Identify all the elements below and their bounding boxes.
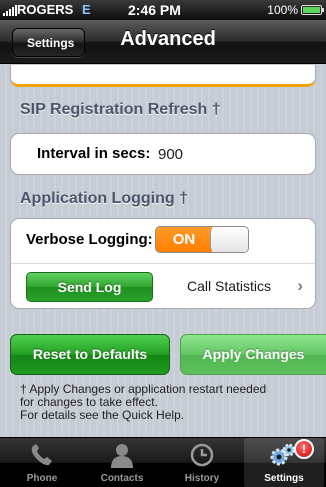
battery-icon: [301, 5, 324, 15]
signal-strength-icon: [3, 5, 17, 16]
sip-section-header: SIP Registration Refresh †: [20, 101, 221, 118]
logging-section-header: Application Logging †: [20, 190, 188, 207]
tab-label: Settings: [264, 473, 304, 484]
navigation-bar: Settings Advanced: [0, 20, 326, 64]
alert-badge: !: [294, 439, 314, 459]
apply-changes-button[interactable]: Apply Changes: [180, 334, 326, 375]
tab-history[interactable]: History: [162, 438, 242, 487]
contacts-icon: [82, 442, 162, 468]
carrier-name: ROGERS: [17, 2, 74, 17]
tab-label: Phone: [26, 473, 58, 484]
phone-icon: [2, 442, 82, 468]
interval-label: Interval in secs:: [37, 145, 151, 162]
row-divider: [11, 263, 315, 264]
settings-content[interactable]: SIP Registration Refresh † Interval in s…: [0, 65, 326, 437]
tab-bar: Phone Contacts History ! Settings: [0, 437, 326, 487]
interval-row[interactable]: Interval in secs: 900: [10, 133, 316, 175]
tab-label: History: [184, 473, 220, 484]
footnote-line: For details see the Quick Help.: [20, 408, 185, 422]
call-statistics-link[interactable]: Call Statistics: [187, 278, 271, 294]
chevron-right-icon[interactable]: ›: [297, 276, 303, 296]
network-type: E: [82, 2, 91, 17]
status-time: 2:46 PM: [128, 2, 181, 18]
status-bar: ROGERS E 2:46 PM 100%: [0, 0, 326, 20]
tab-phone[interactable]: Phone: [2, 438, 82, 487]
verbose-logging-toggle[interactable]: ON: [155, 226, 249, 253]
battery-percent: 100%: [267, 3, 298, 17]
toggle-on-label: ON: [156, 227, 212, 252]
reset-to-defaults-button[interactable]: Reset to Defaults: [10, 334, 170, 375]
page-title: Advanced: [120, 28, 216, 50]
history-clock-icon: [162, 442, 242, 468]
tab-label: Contacts: [100, 473, 144, 484]
send-log-button[interactable]: Send Log: [26, 272, 153, 302]
verbose-logging-label: Verbose Logging:: [26, 231, 153, 248]
interval-input[interactable]: 900: [158, 146, 183, 163]
previous-group-partial: [10, 65, 316, 87]
tab-contacts[interactable]: Contacts: [82, 438, 162, 487]
footnote: † Apply Changes or application restart n…: [20, 383, 320, 422]
toggle-thumb[interactable]: [210, 227, 248, 252]
tab-settings[interactable]: ! Settings: [244, 438, 324, 487]
logging-group: Verbose Logging: ON Send Log Call Statis…: [10, 218, 316, 309]
